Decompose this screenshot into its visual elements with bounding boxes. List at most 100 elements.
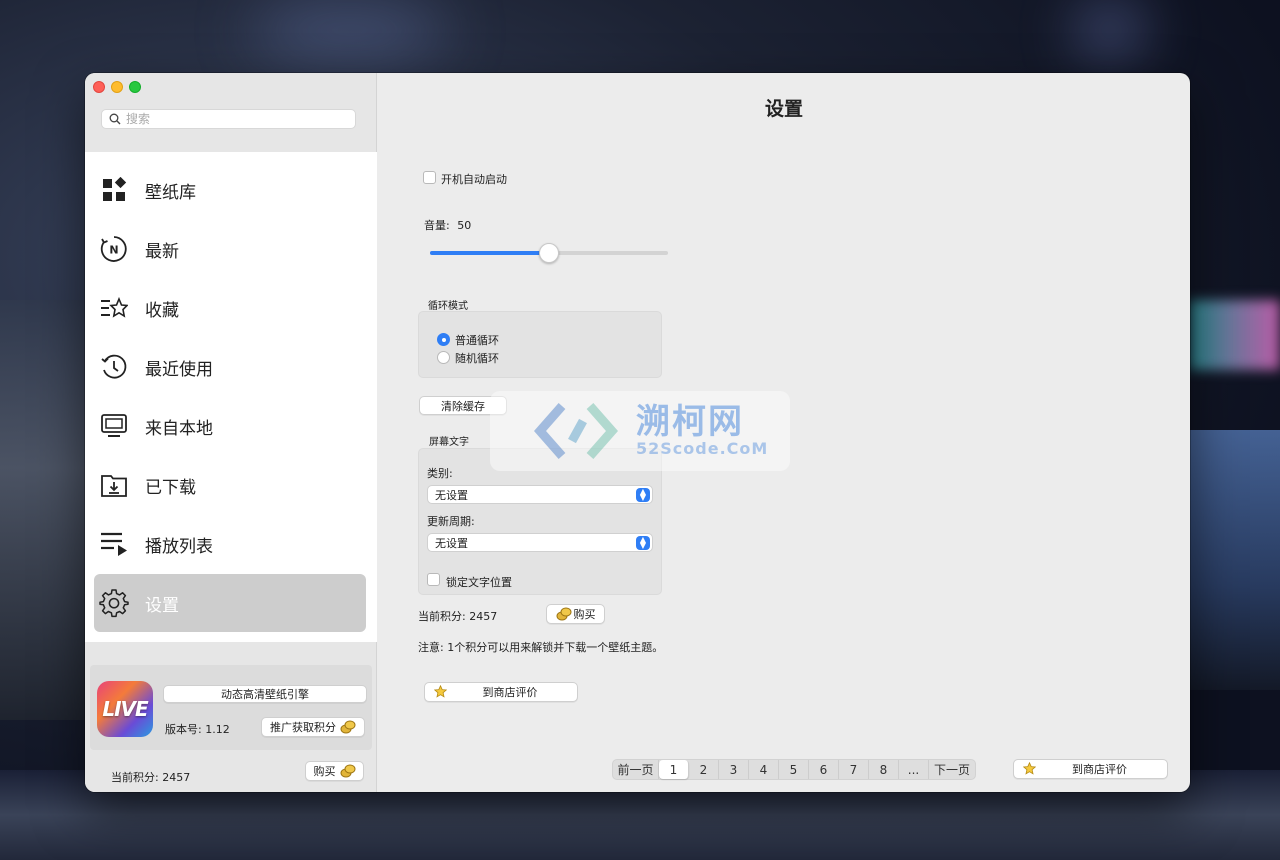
buy-points-button[interactable]: 购买 [305,761,364,781]
star-icon [1022,761,1037,778]
autostart-checkbox[interactable] [423,171,436,184]
sidebar-nav: 壁纸库 N 最新 收藏 最近使用 来自本地 已下载 播放列表 设置 [85,152,377,642]
page-7-button[interactable]: 7 [839,760,869,779]
playlist-icon [99,529,129,559]
coins-icon [340,720,356,734]
select-arrows-icon: ▲ ▼ [636,536,650,550]
sidebar-item-label: 收藏 [145,300,179,321]
page-title: 设置 [764,98,803,120]
earn-points-label: 推广获取积分 [270,721,336,734]
gear-icon [99,588,129,618]
grid-diamond-icon [99,175,129,205]
version-label: 版本号: 1.12 [165,723,230,736]
page-5-button[interactable]: 5 [779,760,809,779]
lock-text-label: 锁定文字位置 [446,576,512,589]
points-note: 注意: 1个积分可以用来解锁并下载一个壁纸主题。 [418,641,664,654]
lock-text-checkbox[interactable] [427,573,440,586]
window-controls [93,81,141,93]
rate-label: 到商店评价 [482,686,538,699]
loop-random-radio[interactable] [437,351,450,364]
background-car-left [0,300,90,720]
list-star-icon [99,293,129,323]
footer-rate-label: 到商店评价 [1072,763,1127,776]
download-folder-icon [99,470,129,500]
volume-label-text: 音量: [424,219,450,232]
volume-slider[interactable] [430,243,668,263]
watermark: 溯柯网 52Scode.CoM [490,391,790,471]
svg-text:N: N [109,244,118,257]
page-8-button[interactable]: 8 [869,760,899,779]
page-4-button[interactable]: 4 [749,760,779,779]
page-6-button[interactable]: 6 [809,760,839,779]
coins-icon [556,607,572,621]
live-app-logo[interactable]: LIVE [97,681,153,737]
close-window-button[interactable] [93,81,105,93]
watermark-title: 溯柯网 [636,401,744,442]
buy-points-button[interactable]: 购买 [546,604,605,624]
sidebar-item-label: 播放列表 [145,536,213,557]
sidebar-item-label: 最新 [145,241,179,262]
sidebar-item-label: 已下载 [145,477,196,498]
page-ellipsis-button[interactable]: ... [899,760,929,779]
background-car-right [1190,430,1280,690]
sidebar-item-downloaded[interactable]: 已下载 [94,456,366,514]
app-window: 壁纸库 N 最新 [85,73,1190,792]
volume-slider-fill [430,251,549,255]
coins-icon [340,764,356,778]
sidebar: 壁纸库 N 最新 [85,73,377,792]
loop-mode-group: 普通循环 随机循环 [418,311,662,378]
app-promo-button[interactable]: 动态高清壁纸引擎 [163,685,367,703]
loop-normal-label: 普通循环 [455,334,499,347]
watermark-subtitle: 52Scode.CoM [636,438,769,458]
buy-label: 购买 [313,765,336,778]
sidebar-item-newest[interactable]: N 最新 [94,220,366,278]
category-select[interactable]: 无设置 ▲ ▼ [427,485,653,504]
promo-panel: LIVE 动态高清壁纸引擎 版本号: 1.12 推广获取积分 [90,665,372,750]
new-badge-icon: N [99,234,129,264]
sidebar-item-playlist[interactable]: 播放列表 [94,515,366,573]
watermark-logo-icon [534,403,618,459]
monitor-icon [99,411,129,441]
footer-rate-button[interactable]: 到商店评价 [1013,759,1168,779]
select-arrows-icon: ▲ ▼ [636,488,650,502]
pagination: 前一页 1 2 3 4 5 6 7 8 ... 下一页 [612,759,976,780]
volume-slider-thumb[interactable] [539,243,559,263]
sidebar-item-label: 最近使用 [145,359,213,380]
search-icon [109,113,121,125]
maximize-window-button[interactable] [129,81,141,93]
points-label: 当前积分: 2457 [418,610,498,623]
star-icon [433,684,448,701]
sidebar-item-favorites[interactable]: 收藏 [94,279,366,337]
screen-text-title: 屏幕文字 [429,437,469,448]
points-label: 当前积分: 2457 [111,771,191,784]
sidebar-item-local[interactable]: 来自本地 [94,397,366,455]
loop-mode-title: 循环模式 [428,301,468,312]
minimize-window-button[interactable] [111,81,123,93]
volume-label: 音量: 50 [424,217,471,233]
prev-page-button[interactable]: 前一页 [613,760,659,779]
background-neon-sign [1190,300,1280,370]
next-page-button[interactable]: 下一页 [929,760,975,779]
period-label: 更新周期: [427,515,475,528]
sidebar-item-settings[interactable]: 设置 [94,574,366,632]
sidebar-item-label: 壁纸库 [145,182,196,203]
page-1-button[interactable]: 1 [659,760,689,779]
sidebar-item-recent[interactable]: 最近使用 [94,338,366,396]
sidebar-item-label: 设置 [145,595,179,616]
rate-in-store-button[interactable]: 到商店评价 [424,682,578,702]
category-value: 无设置 [435,488,468,502]
page-2-button[interactable]: 2 [689,760,719,779]
page-3-button[interactable]: 3 [719,760,749,779]
search-field[interactable] [101,109,356,129]
sidebar-item-wallpaper-library[interactable]: 壁纸库 [94,161,366,219]
period-value: 无设置 [435,536,468,550]
buy-label: 购买 [573,608,596,621]
earn-points-button[interactable]: 推广获取积分 [261,717,365,737]
background-light [1080,10,1140,50]
history-clock-icon [99,352,129,382]
category-label: 类别: [427,467,453,480]
loop-normal-radio[interactable] [437,333,450,346]
period-select[interactable]: 无设置 ▲ ▼ [427,533,653,552]
volume-value: 50 [457,219,472,232]
search-input[interactable] [126,112,336,126]
